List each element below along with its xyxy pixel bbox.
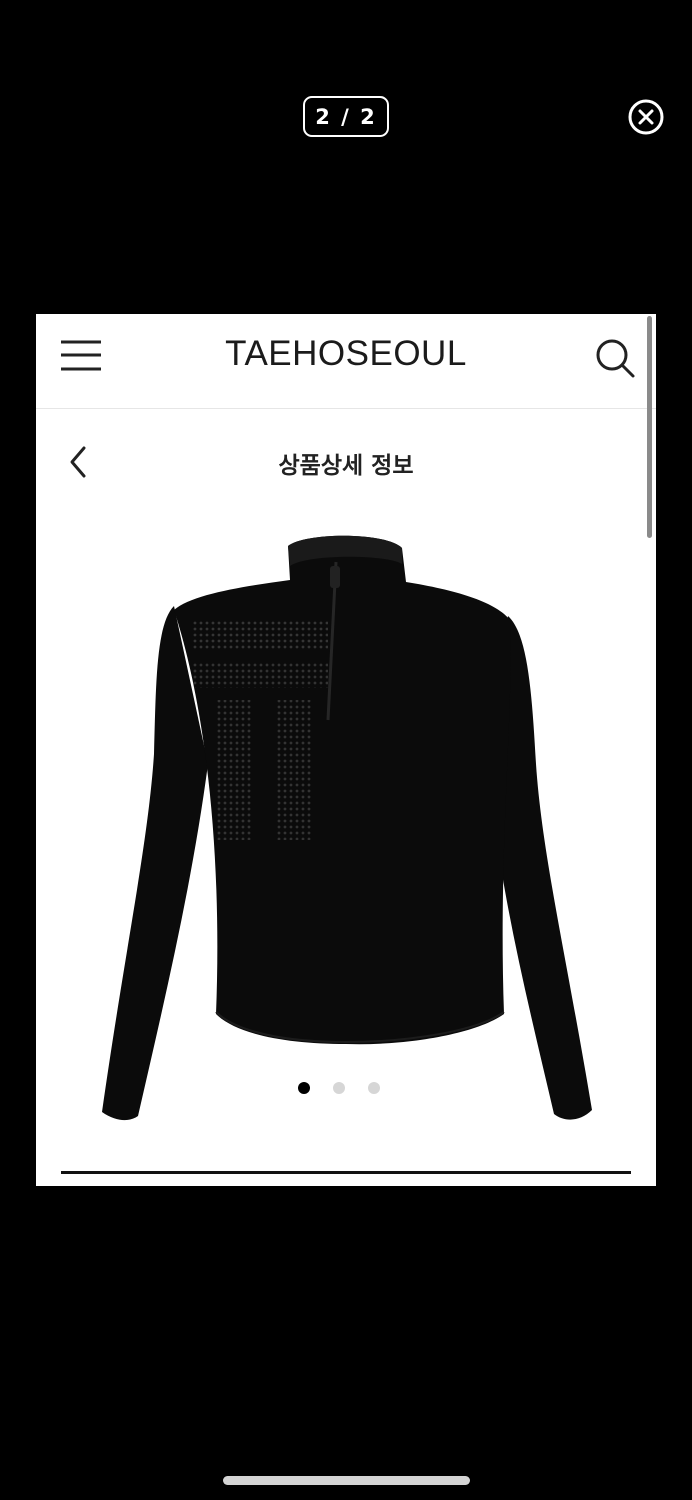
top-navigation-bar: TAEHOSEOUL: [36, 314, 656, 409]
carousel-indicator: [298, 1082, 380, 1098]
product-image[interactable]: [96, 524, 596, 1124]
home-indicator[interactable]: [223, 1476, 470, 1485]
carousel-dot-3[interactable]: [368, 1082, 380, 1094]
scrollbar[interactable]: [647, 316, 652, 538]
search-icon: [596, 339, 635, 378]
brand-logo[interactable]: TAEHOSEOUL: [36, 334, 656, 374]
carousel-dot-2[interactable]: [333, 1082, 345, 1094]
close-circle-icon: [628, 99, 664, 135]
screenshot-panel: TAEHOSEOUL 상품상세 정보: [36, 314, 656, 1186]
image-counter: 2 / 2: [303, 96, 389, 137]
search-button[interactable]: [593, 336, 637, 380]
page-title: 상품상세 정보: [278, 453, 414, 479]
close-button[interactable]: [627, 98, 665, 136]
section-divider: [61, 1171, 631, 1174]
carousel-dot-1[interactable]: [298, 1082, 310, 1094]
